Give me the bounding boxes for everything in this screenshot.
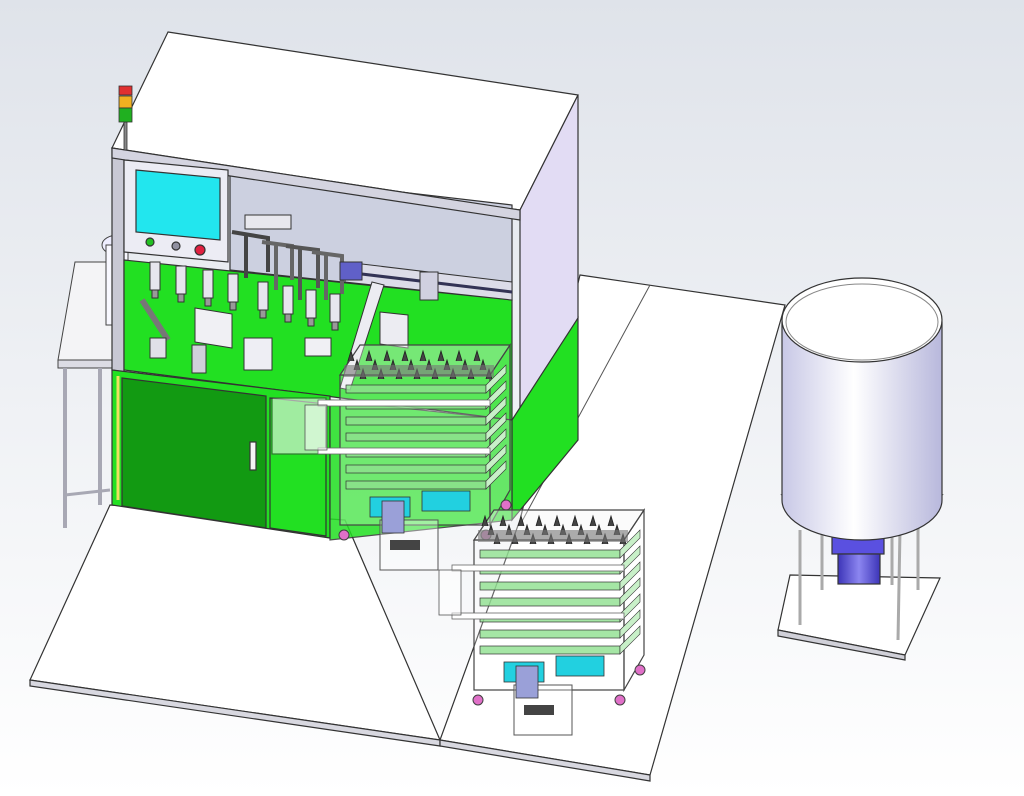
cad-scene	[0, 0, 1024, 796]
pneumatic-gripper	[305, 289, 317, 327]
storage-tank	[777, 277, 944, 661]
pneumatic-gripper	[329, 293, 341, 331]
cad-viewport	[0, 0, 1024, 796]
stack-light-icon	[118, 85, 133, 96]
pneumatic-gripper	[227, 273, 239, 311]
pneumatic-gripper	[202, 269, 214, 307]
pneumatic-gripper	[175, 265, 187, 303]
pneumatic-gripper	[149, 261, 161, 299]
pneumatic-gripper	[257, 281, 269, 319]
motor-icon	[837, 553, 881, 585]
tank-lid	[781, 277, 943, 363]
door-handle	[249, 441, 257, 471]
monitor-icon	[135, 169, 221, 241]
cabinet-door-left	[121, 377, 267, 529]
hmi-touch-screen	[123, 159, 229, 263]
pneumatic-gripper	[282, 285, 294, 323]
